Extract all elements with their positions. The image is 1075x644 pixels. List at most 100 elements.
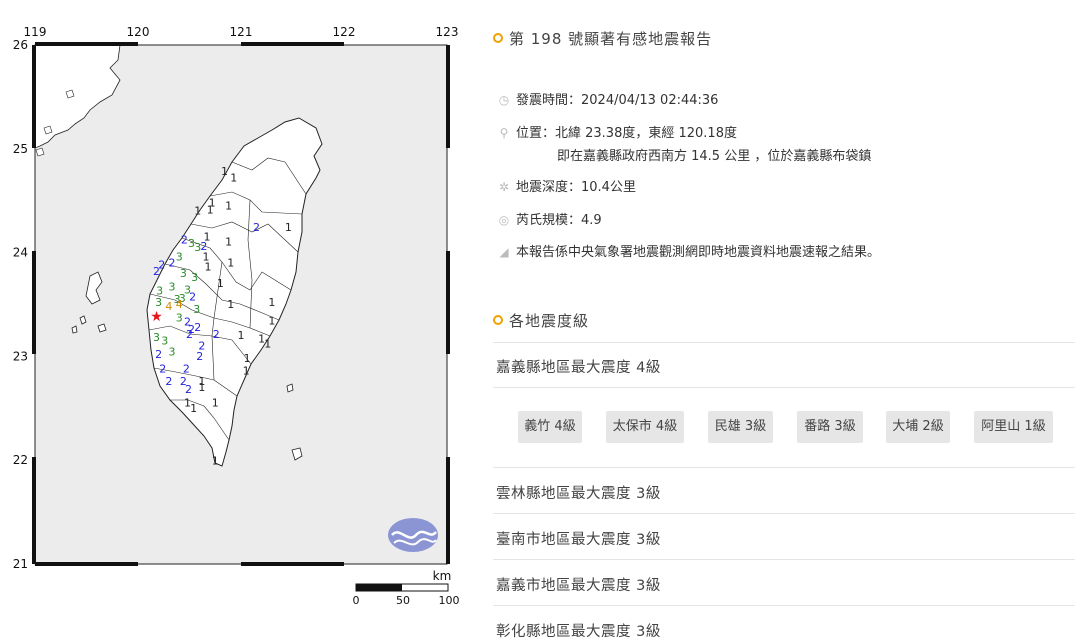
megaphone-icon: ◢ (499, 245, 509, 259)
county-tainan[interactable]: 臺南市地區最大震度 3級 (496, 528, 661, 549)
scale-unit: km (433, 569, 452, 583)
magnitude: 芮氏規模：4.9 (516, 213, 602, 228)
scale-label-100: 100 (439, 594, 460, 607)
county-chiayi-county[interactable]: 嘉義縣地區最大震度 4級 (496, 356, 661, 377)
latitude-tick-label: 26 (13, 38, 28, 52)
intensity-label: 2 (200, 240, 207, 253)
bullet-ring-icon (493, 315, 503, 325)
clock-icon: ◷ (498, 93, 510, 107)
county-yunlin[interactable]: 雲林縣地區最大震度 3級 (496, 482, 661, 503)
depth: 地震深度：10.4公里 (516, 180, 636, 195)
intensity-label: 2 (168, 256, 175, 269)
longitude-tick-label: 120 (127, 25, 150, 39)
divider (493, 513, 1075, 514)
intensity-label: 2 (181, 234, 188, 247)
intensity-label: 1 (285, 221, 292, 234)
intensity-label: 1 (225, 236, 232, 249)
earthquake-map: 1111111111111111111111111112222222222222… (0, 0, 470, 644)
longitude-tick-labels: 119 120 121 122 123 (24, 25, 459, 39)
scale-label-50: 50 (396, 594, 410, 607)
scale-label-0: 0 (353, 594, 360, 607)
depth-icon: ✲ (498, 180, 510, 194)
intensity-label: 1 (243, 364, 250, 377)
divider (493, 387, 1075, 388)
station-chip-minxiong: 民雄 3級 (708, 411, 773, 443)
intensity-label: 2 (159, 362, 166, 375)
divider (493, 342, 1075, 343)
intensity-label: 3 (176, 311, 183, 324)
epicenter-star-icon: ★ (150, 309, 163, 325)
intensity-label: 2 (155, 348, 162, 361)
location: 位置：北緯 23.38度，東經 120.18度 (516, 126, 737, 141)
divider (493, 605, 1075, 606)
intensity-label: 3 (191, 271, 198, 284)
intensity-label: 1 (190, 402, 197, 415)
location-pin-icon: ⚲ (499, 126, 509, 140)
location-row: ⚲ 位置：北緯 23.38度，東經 120.18度 (496, 122, 737, 141)
intensity-label: 3 (168, 346, 175, 359)
intensity-label: 1 (198, 381, 205, 394)
intensity-label: 1 (227, 256, 234, 269)
intensity-label: 2 (213, 328, 220, 341)
intensity-label: 3 (193, 303, 200, 316)
intensity-label: 2 (194, 321, 201, 334)
intensity-section-title: 各地震度級 (493, 310, 589, 331)
intensity-label: 1 (268, 315, 275, 328)
intensity-label: 2 (165, 375, 172, 388)
intensity-label: 1 (238, 329, 245, 342)
intensity-label: 1 (205, 261, 212, 274)
intensity-label: 1 (244, 352, 251, 365)
intensity-label: 3 (176, 250, 183, 263)
intensity-label: 1 (264, 337, 271, 350)
intensity-label: 1 (221, 165, 228, 178)
intensity-label: 2 (253, 221, 260, 234)
intensity-label: 1 (268, 296, 275, 309)
station-chip-yizhu: 義竹 4級 (518, 411, 582, 443)
intensity-label: 3 (180, 267, 187, 280)
bullet-ring-icon (493, 33, 503, 43)
note-row: ◢ 本報告係中央氣象署地震觀測網即時地震資料地震速報之結果。 (496, 241, 880, 260)
latitude-tick-labels: 26 25 24 23 22 21 (13, 38, 28, 571)
intensity-label: 4 (165, 300, 172, 313)
intensity-label: 1 (194, 205, 201, 218)
station-chip-alishan: 阿里山 1級 (974, 411, 1053, 443)
intensity-label: 2 (196, 350, 203, 363)
report-note: 本報告係中央氣象署地震觀測網即時地震資料地震速報之結果。 (516, 245, 881, 260)
longitude-tick-label: 122 (333, 25, 356, 39)
intensity-label: 1 (217, 277, 224, 290)
longitude-tick-label: 123 (436, 25, 459, 39)
latitude-tick-label: 25 (13, 142, 28, 156)
magnitude-icon: ◎ (498, 213, 510, 227)
divider (493, 467, 1075, 468)
latitude-tick-label: 23 (13, 349, 28, 363)
intensity-label: 2 (158, 259, 165, 272)
magnitude-row: ◎ 芮氏規模：4.9 (496, 209, 602, 228)
intensity-title-text: 各地震度級 (509, 312, 590, 330)
longitude-tick-label: 121 (230, 25, 253, 39)
intensity-label: 1 (230, 171, 237, 184)
latitude-tick-label: 22 (13, 453, 28, 467)
report-title-text: 第 198 號顯著有感地震報告 (509, 30, 713, 48)
depth-row: ✲ 地震深度：10.4公里 (496, 176, 636, 195)
station-chip-dapu: 大埔 2級 (886, 411, 950, 443)
intensity-label: 1 (227, 298, 234, 311)
intensity-label: 3 (194, 241, 201, 254)
scale-bar: km 0 50 100 (353, 569, 460, 607)
intensity-label: 3 (161, 334, 168, 347)
origin-time-row: ◷ 發震時間：2024/04/13 02:44:36 (496, 89, 719, 108)
intensity-label: 3 (155, 296, 162, 309)
intensity-label: 2 (186, 328, 193, 341)
map-svg: 1 1111 111 111 111 111 1 111111 1 1122 222 2222 22 22… (13, 25, 460, 607)
intensity-label: 1 (212, 397, 219, 410)
latitude-tick-label: 24 (13, 246, 28, 260)
intensity-label: 3 (168, 280, 175, 293)
intensity-label: 4 (176, 298, 183, 311)
longitude-tick-label: 119 (24, 25, 47, 39)
county-changhua[interactable]: 彰化縣地區最大震度 3級 (496, 620, 661, 641)
latitude-tick-label: 21 (13, 557, 28, 571)
divider (493, 559, 1075, 560)
station-chip-taibao: 太保市 4級 (606, 411, 684, 443)
intensity-label: 1 (212, 455, 219, 468)
report-panel: 第 198 號顯著有感地震報告 ◷ 發震時間：2024/04/13 02:44:3… (493, 0, 1075, 644)
county-chiayi-city[interactable]: 嘉義市地區最大震度 3級 (496, 574, 661, 595)
